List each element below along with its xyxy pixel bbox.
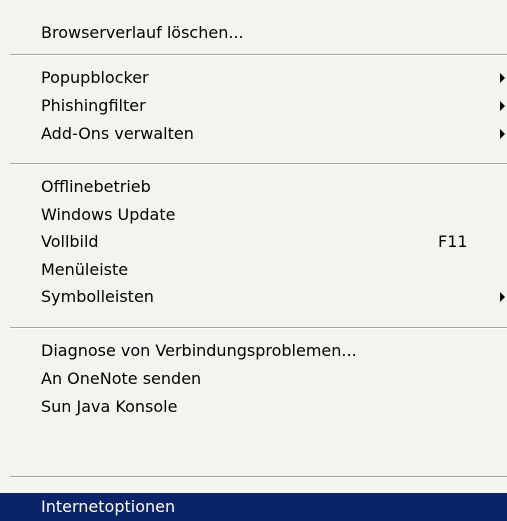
menu-item-label: Vollbild [41, 232, 99, 251]
menu-item-label: Add-Ons verwalten [41, 124, 194, 143]
menu-item-windows-update[interactable]: Windows Update [0, 201, 507, 229]
menu-separator [10, 476, 507, 478]
menu-item-delete-browsing-history[interactable]: Browserverlauf löschen... [0, 19, 507, 47]
menu-item-menu-bar[interactable]: Menüleiste [0, 256, 507, 284]
menu-item-toolbars[interactable]: Symbolleisten [0, 283, 507, 311]
menu-item-popup-blocker[interactable]: Popupblocker [0, 64, 507, 92]
submenu-arrow-icon [500, 292, 505, 302]
menu-item-manage-add-ons[interactable]: Add-Ons verwalten [0, 120, 507, 148]
menu-item-label: Menüleiste [41, 260, 129, 279]
menu-item-shortcut: F11 [438, 232, 468, 251]
menu-item-label: Offlinebetrieb [41, 177, 151, 196]
menu-item-work-offline[interactable]: Offlinebetrieb [0, 173, 507, 201]
menu-separator [10, 54, 507, 56]
menu-separator [10, 327, 507, 329]
menu-item-label: An OneNote senden [41, 369, 202, 388]
menu-item-internet-options[interactable]: Internetoptionen [0, 493, 507, 521]
menu-item-send-to-onenote[interactable]: An OneNote senden [0, 365, 507, 393]
menu-item-label: Internetoptionen [41, 497, 176, 516]
menu-item-full-screen[interactable]: Vollbild F11 [0, 228, 507, 256]
submenu-arrow-icon [500, 129, 505, 139]
menu-item-label: Popupblocker [41, 68, 149, 87]
submenu-arrow-icon [500, 73, 505, 83]
menu-item-label: Browserverlauf löschen... [41, 23, 244, 42]
menu-separator [10, 163, 507, 165]
submenu-arrow-icon [500, 101, 505, 111]
menu-item-label: Symbolleisten [41, 287, 154, 306]
menu-item-phishing-filter[interactable]: Phishingfilter [0, 92, 507, 120]
menu-item-label: Sun Java Konsole [41, 397, 178, 416]
menu-item-label: Phishingfilter [41, 96, 146, 115]
menu-item-sun-java-console[interactable]: Sun Java Konsole [0, 393, 507, 421]
tools-menu: Browserverlauf löschen... Popupblocker P… [0, 0, 507, 521]
menu-item-label: Diagnose von Verbindungsproblemen... [41, 341, 357, 360]
menu-item-diagnose-connection-problems[interactable]: Diagnose von Verbindungsproblemen... [0, 337, 507, 365]
menu-item-label: Windows Update [41, 205, 176, 224]
